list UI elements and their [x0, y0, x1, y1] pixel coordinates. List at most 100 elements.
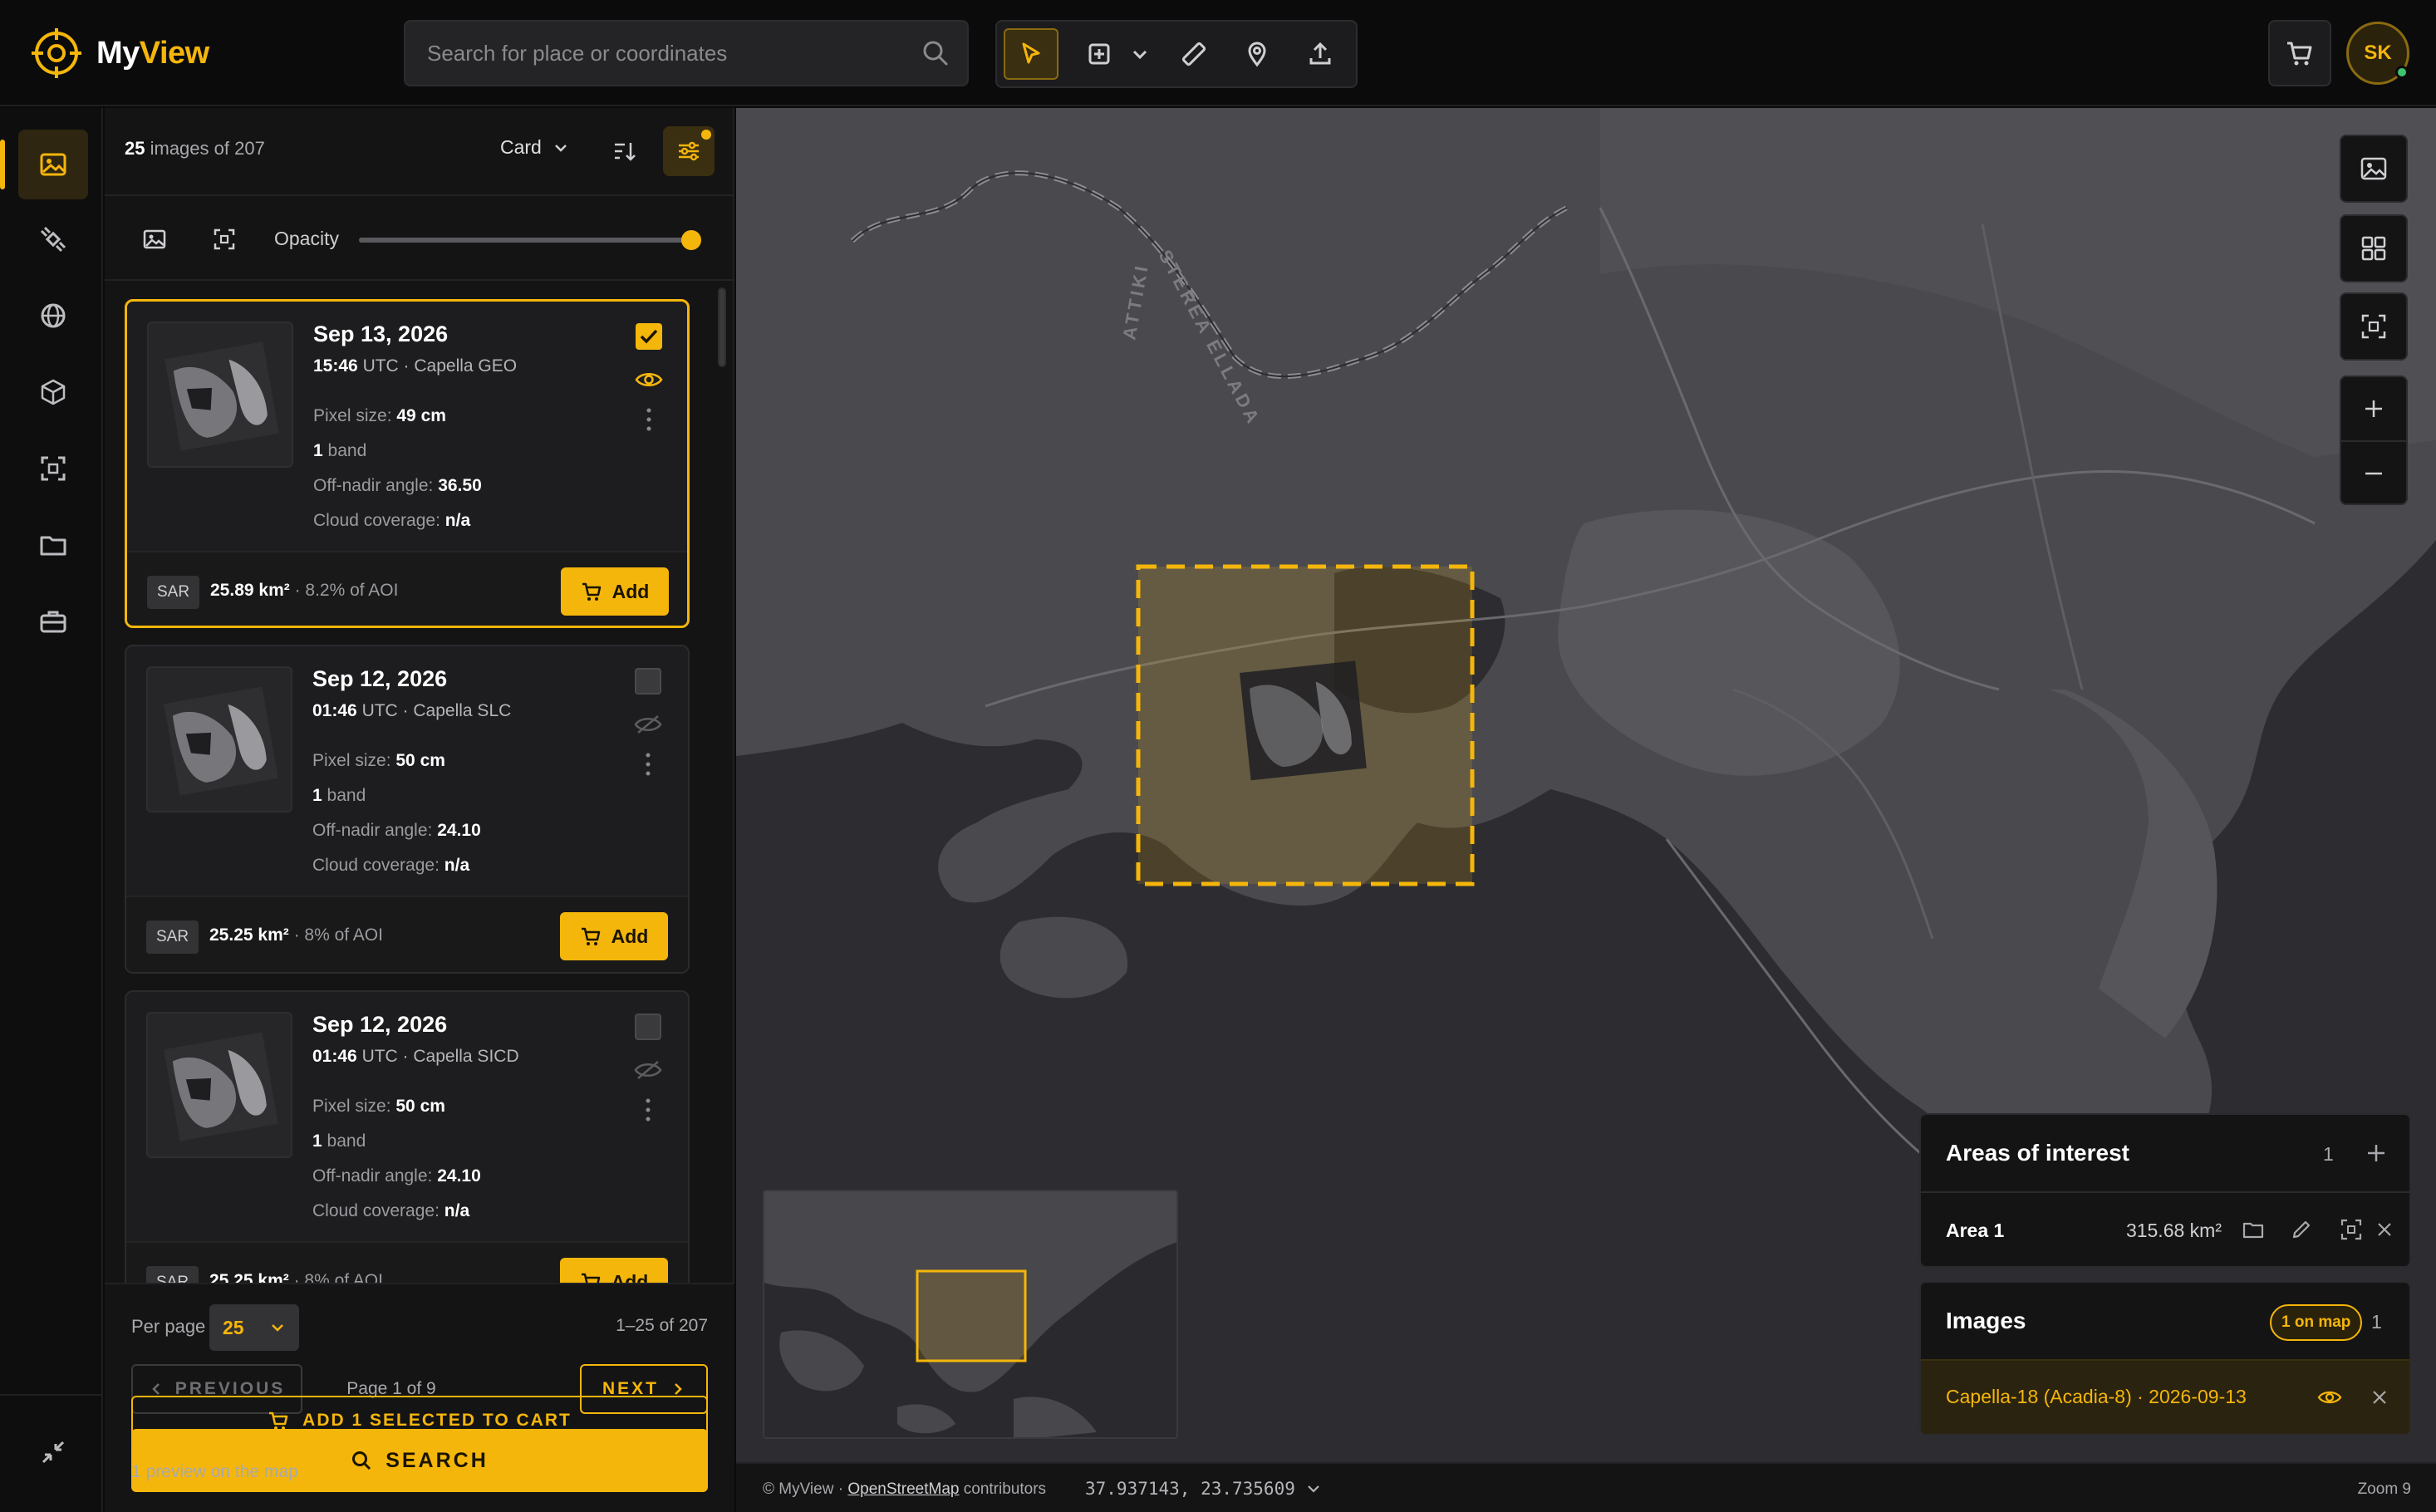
zoom-out-button[interactable]	[2341, 442, 2406, 505]
per-page-value: 25	[223, 1316, 244, 1338]
zoom-in-button[interactable]	[2341, 377, 2406, 440]
filters-button[interactable]	[663, 126, 715, 176]
add-aoi-icon[interactable]	[2361, 1138, 2391, 1168]
search-input[interactable]	[405, 22, 904, 85]
show-footprint-toggle[interactable]	[208, 223, 241, 256]
eye-icon[interactable]	[634, 365, 664, 395]
select-checkbox[interactable]	[636, 323, 662, 350]
view-mode-select[interactable]: Card	[500, 136, 570, 159]
map-preview-note: 1 preview on the map	[131, 1462, 298, 1481]
more-options-icon[interactable]	[640, 749, 656, 779]
coordinate-readout[interactable]: 37.937143, 23.735609	[1085, 1479, 1322, 1499]
search-icon	[352, 1451, 371, 1470]
more-options-icon[interactable]	[640, 1095, 656, 1125]
user-avatar[interactable]: SK	[2346, 22, 2409, 85]
basemap-image-button[interactable]	[2340, 135, 2408, 203]
nav-3d[interactable]	[18, 357, 88, 427]
map-canvas[interactable]: ATTIKI STEREA ELLADA Areas of interest 1…	[736, 108, 2436, 1462]
result-card[interactable]: Sep 12, 2026 01:46 UTC · Capella SICD Pixe…	[125, 990, 690, 1283]
pin-tool-button[interactable]	[1230, 28, 1284, 80]
off-nadir-angle: Off-nadir angle: 24.10	[312, 1166, 481, 1186]
more-options-icon[interactable]	[641, 405, 657, 434]
nav-detection[interactable]	[18, 434, 88, 503]
add-to-cart-button[interactable]: Add	[561, 567, 669, 616]
add-selected-to-cart-button[interactable]: ADD 1 SELECTED TO CART	[131, 1396, 708, 1446]
sort-button[interactable]	[600, 126, 650, 176]
eye-off-icon[interactable]	[633, 1055, 663, 1085]
focus-icon	[41, 456, 66, 481]
draw-shape-button[interactable]	[1072, 28, 1127, 80]
card-footer: SAR 25.25 km² · 8% of AOI Add	[126, 896, 688, 972]
collapse-panel-button[interactable]	[18, 1417, 88, 1487]
image-visibility-button[interactable]	[2315, 1382, 2345, 1412]
measure-tool-button[interactable]	[1166, 28, 1221, 80]
band-count: 1 band	[312, 786, 366, 805]
image-thumbnail[interactable]	[146, 1012, 292, 1158]
fit-to-bounds-button[interactable]	[2340, 292, 2408, 361]
results-list: Sep 13, 2026 15:46 UTC · Capella GEO Pixel…	[105, 282, 734, 1283]
show-image-toggle[interactable]	[138, 223, 171, 256]
search-button-label: SEARCH	[386, 1448, 489, 1472]
overview-minimap[interactable]	[763, 1190, 1178, 1439]
aoi-name: Area 1	[1946, 1220, 2005, 1241]
cube-icon	[41, 379, 66, 405]
top-header: MyView Search for place or coordinates S…	[0, 0, 2436, 106]
eye-off-icon[interactable]	[633, 709, 663, 739]
results-panel: 25 images of 207 Card Opacity Sep 13, 20…	[105, 108, 734, 1512]
add-label: Add	[611, 1270, 649, 1284]
nav-images[interactable]	[0, 130, 88, 199]
aoi-area: 315.68 km²	[2125, 1220, 2222, 1241]
per-page-label: Per page	[131, 1316, 206, 1337]
result-card[interactable]: Sep 12, 2026 01:46 UTC · Capella SLC Pixel…	[125, 645, 690, 974]
add-to-cart-button[interactable]: Add	[560, 912, 668, 960]
cart-icon	[581, 1273, 600, 1283]
select-checkbox[interactable]	[635, 668, 661, 695]
image-thumbnail[interactable]	[146, 666, 292, 812]
nav-orders[interactable]	[18, 587, 88, 656]
on-map-badge: 1 on map	[2270, 1304, 2363, 1341]
add-label: Add	[611, 580, 650, 602]
coverage-area: 25.25 km² · 8% of AOI	[209, 1271, 383, 1283]
cursor-icon	[1022, 42, 1040, 64]
opacity-slider-thumb[interactable]	[681, 230, 701, 250]
aoi-remove-button[interactable]	[2370, 1215, 2399, 1244]
aoi-row[interactable]: Area 1 315.68 km²	[1921, 1191, 2409, 1268]
per-page-select[interactable]: 25	[209, 1304, 299, 1351]
zoom-level: Zoom 9	[2357, 1480, 2411, 1498]
aoi-save-button[interactable]	[2238, 1215, 2268, 1244]
upload-button[interactable]	[1293, 28, 1348, 80]
results-scrollbar[interactable]	[716, 284, 728, 1281]
select-tool-button[interactable]	[1004, 28, 1058, 80]
select-checkbox[interactable]	[635, 1014, 661, 1040]
capture-time: 01:46 UTC · Capella SLC	[312, 701, 512, 720]
app-name: MyView	[96, 35, 209, 71]
opacity-slider[interactable]	[359, 230, 701, 250]
shape-dropdown-button[interactable]	[1122, 28, 1158, 80]
crosshair-logo-icon	[32, 28, 81, 78]
search-icon[interactable]	[921, 38, 950, 68]
osm-link[interactable]: OpenStreetMap	[847, 1480, 959, 1498]
app-logo[interactable]: MyView	[32, 27, 209, 80]
image-remove-button[interactable]	[2365, 1382, 2394, 1412]
focus-icon	[2340, 1219, 2362, 1240]
image-thumbnail[interactable]	[147, 322, 293, 468]
sort-icon	[615, 143, 636, 161]
pixel-size: Pixel size: 50 cm	[312, 1097, 445, 1116]
nav-explore[interactable]	[18, 281, 88, 351]
aoi-edit-button[interactable]	[2286, 1215, 2316, 1244]
result-card[interactable]: Sep 13, 2026 15:46 UTC · Capella GEO Pixel…	[125, 299, 690, 628]
aoi-count: 1	[2323, 1143, 2334, 1165]
briefcase-icon	[40, 611, 66, 633]
nav-tasking[interactable]	[18, 204, 88, 274]
focus-icon	[2361, 314, 2386, 339]
chevron-down-icon	[1132, 50, 1147, 60]
scrollbar-thumb[interactable]	[718, 287, 726, 367]
online-status-dot	[2395, 66, 2409, 79]
nav-folders[interactable]	[18, 510, 88, 580]
view-mode-label: Card	[500, 136, 542, 158]
layers-grid-button[interactable]	[2340, 214, 2408, 282]
add-to-cart-button[interactable]: Add	[560, 1258, 668, 1283]
cart-button[interactable]	[2268, 20, 2331, 86]
image-row[interactable]: Capella-18 (Acadia-8) · 2026-09-13	[1921, 1359, 2409, 1434]
aoi-zoom-to-button[interactable]	[2336, 1215, 2366, 1244]
